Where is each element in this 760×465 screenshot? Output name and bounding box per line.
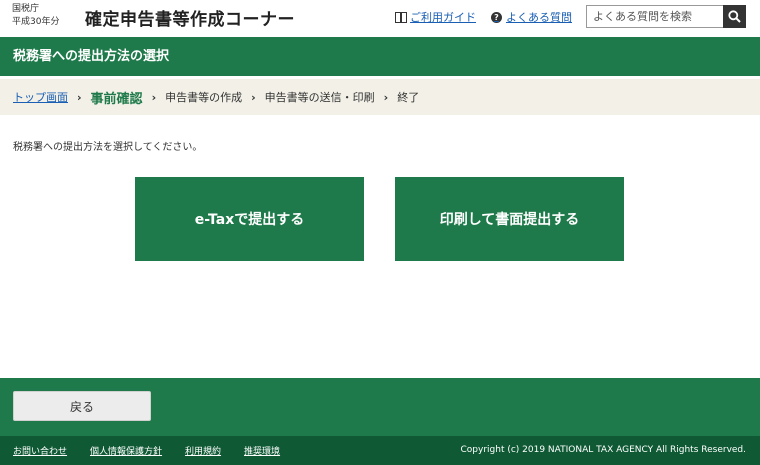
footer-links: お問い合わせ 個人情報保護方針 利用規約 推奨環境 Copyright (c) …: [0, 436, 760, 465]
faq-link[interactable]: ? よくある質問: [491, 9, 572, 25]
search-button[interactable]: [723, 5, 746, 28]
chevron-right-icon: ›: [151, 90, 157, 104]
faq-search-input[interactable]: [586, 5, 724, 28]
breadcrumb-top-link[interactable]: トップ画面: [13, 89, 68, 105]
etax-submit-button[interactable]: e-Taxで提出する: [135, 177, 364, 261]
book-icon: [395, 12, 407, 23]
tax-year: 平成30年分: [12, 17, 60, 27]
chevron-right-icon: ›: [383, 90, 389, 104]
back-button-label: 戻る: [69, 399, 94, 414]
breadcrumb: トップ画面 › 事前確認 › 申告書等の作成 › 申告書等の送信・印刷 › 終了: [0, 79, 760, 115]
footer-link-contact[interactable]: お問い合わせ: [13, 444, 67, 457]
breadcrumb-step-finish: 終了: [397, 91, 420, 104]
breadcrumb-current-step: 事前確認: [90, 91, 143, 107]
agency-name: 国税庁: [12, 4, 40, 14]
instruction-text: 税務署への提出方法を選択してください。: [13, 142, 203, 153]
breadcrumb-step-create: 申告書等の作成: [165, 91, 243, 104]
guide-link-label: ご利用ガイド: [410, 11, 476, 24]
back-button[interactable]: 戻る: [13, 391, 151, 421]
footer-link-terms[interactable]: 利用規約: [185, 444, 221, 457]
app-title: 確定申告書等作成コーナー: [85, 10, 295, 30]
print-submit-button[interactable]: 印刷して書面提出する: [395, 177, 624, 261]
footer-nav-band: 戻る: [0, 378, 760, 436]
page-title: 税務署への提出方法の選択: [0, 37, 760, 76]
agency-label: 国税庁 平成30年分: [12, 3, 59, 29]
etax-submit-label: e-Taxで提出する: [194, 212, 305, 228]
header: 国税庁 平成30年分 確定申告書等作成コーナー ご利用ガイド ? よくある質問: [0, 0, 760, 37]
faq-link-label: よくある質問: [506, 11, 572, 24]
print-submit-label: 印刷して書面提出する: [439, 212, 580, 228]
question-circle-icon: ?: [491, 11, 502, 23]
footer-link-privacy[interactable]: 個人情報保護方針: [90, 444, 162, 457]
breadcrumb-step-send-print: 申告書等の送信・印刷: [264, 91, 375, 104]
guide-link[interactable]: ご利用ガイド: [395, 9, 476, 25]
footer-link-environment[interactable]: 推奨環境: [244, 444, 280, 457]
chevron-right-icon: ›: [251, 90, 256, 104]
search-icon: [728, 10, 741, 23]
chevron-right-icon: ›: [77, 90, 82, 104]
copyright-text: Copyright (c) 2019 NATIONAL TAX AGENCY A…: [460, 445, 747, 455]
